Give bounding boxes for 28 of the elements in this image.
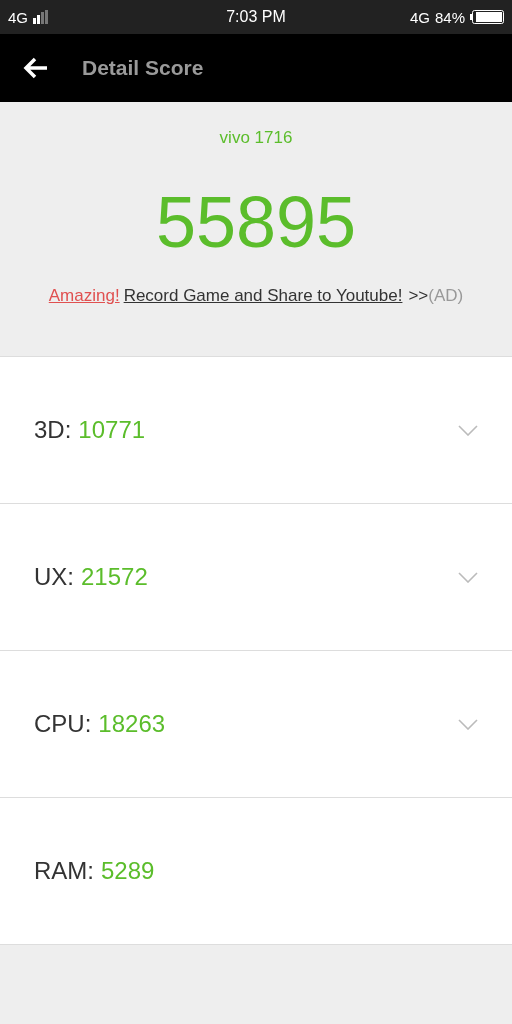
score-value: 5289 (101, 857, 155, 885)
total-score: 55895 (155, 186, 357, 258)
score-label: UX: (34, 563, 74, 591)
score-label: CPU: (34, 710, 92, 738)
score-row[interactable]: CPU: 18263 (0, 650, 512, 797)
chevron-down-icon[interactable] (458, 424, 478, 436)
chevron-down-icon[interactable] (458, 718, 478, 730)
signal-icon (33, 10, 49, 24)
network-label: 4G (8, 8, 28, 26)
score-value: 21572 (81, 563, 148, 591)
score-row[interactable]: 3D: 10771 (0, 356, 512, 503)
back-arrow-icon[interactable] (23, 57, 49, 79)
battery-percent: 84% (434, 8, 465, 26)
score-label: RAM: (34, 857, 94, 885)
ad-label: (AD) (428, 286, 464, 306)
chevron-down-icon[interactable] (458, 571, 478, 583)
score-row[interactable]: UX: 21572 (0, 503, 512, 650)
device-name: vivo 1716 (219, 128, 293, 148)
score-row[interactable]: RAM: 5289 (0, 797, 512, 945)
page-title: Detail Score (82, 56, 204, 80)
data-network-label: 4G (409, 8, 430, 26)
battery-icon (470, 10, 504, 24)
more-arrows[interactable]: >> (408, 286, 429, 306)
score-value: 10771 (78, 416, 146, 444)
record-link[interactable]: Record Game and Share to Youtube! (123, 286, 403, 306)
score-label: 3D: (34, 416, 72, 444)
clock: 7:03 PM (226, 8, 286, 26)
score-value: 18263 (98, 710, 166, 738)
